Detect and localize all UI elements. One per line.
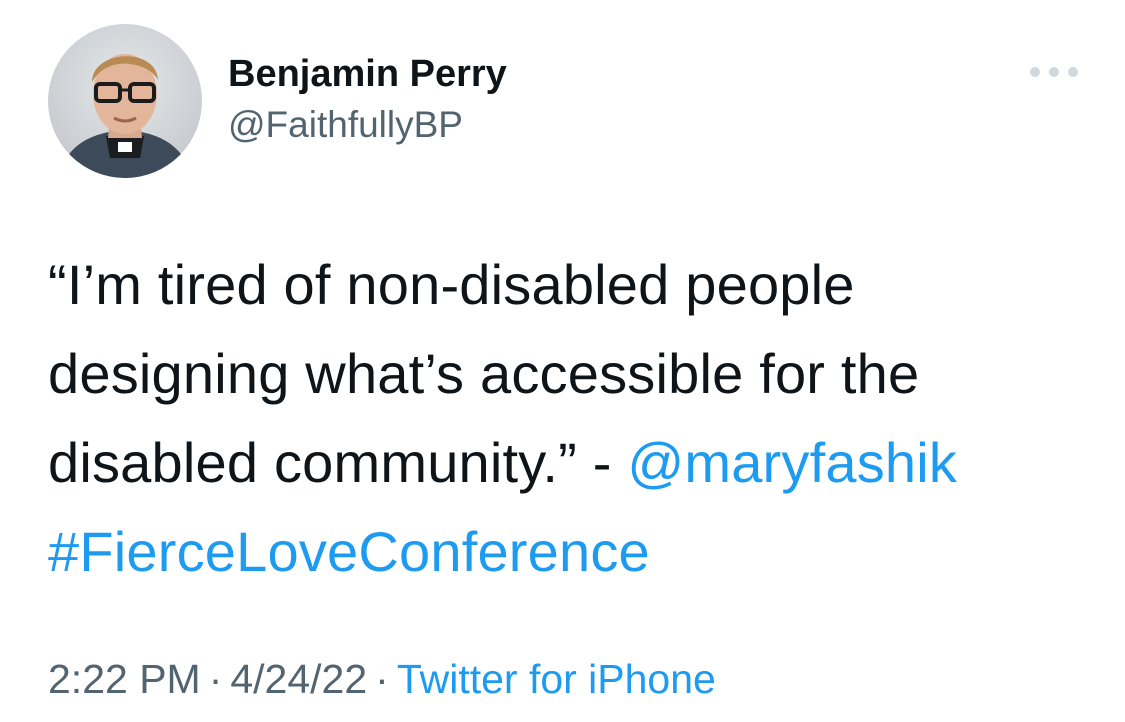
hashtag-link[interactable]: #FierceLoveConference: [48, 520, 650, 583]
user-avatar-photo-icon: [58, 54, 192, 178]
tweet-time[interactable]: 2:22 PM: [48, 656, 201, 702]
author-avatar[interactable]: [48, 24, 202, 178]
tweet-text-line: #FierceLoveConference: [48, 507, 1098, 596]
meta-separator: ·: [375, 656, 389, 702]
author-display-name[interactable]: Benjamin Perry: [228, 52, 507, 96]
more-horizontal-icon: [1030, 67, 1040, 77]
tweet-text-line: designing what’s accessible for the: [48, 342, 920, 405]
tweet-text: “I’m tired of non-disabled people design…: [48, 240, 1098, 596]
mention-link[interactable]: @maryfashik: [627, 431, 957, 494]
tweet-date[interactable]: 4/24/22: [230, 656, 367, 702]
more-options-button[interactable]: [1030, 62, 1078, 82]
tweet-source-link[interactable]: Twitter for iPhone: [397, 656, 716, 702]
author-names: Benjamin Perry @FaithfullyBP: [228, 52, 507, 148]
tweet-text-line: “I’m tired of non-disabled people: [48, 253, 855, 316]
tweet-header: Benjamin Perry @FaithfullyBP: [48, 24, 1078, 178]
tweet-card: Benjamin Perry @FaithfullyBP “I’m tired …: [0, 0, 1125, 722]
meta-separator: ·: [208, 656, 223, 702]
author-handle[interactable]: @FaithfullyBP: [228, 102, 507, 148]
tweet-text-line: disabled community.” - @maryfashik: [48, 418, 1098, 507]
tweet-text-segment: disabled community.” -: [48, 431, 628, 494]
more-horizontal-icon: [1068, 67, 1078, 77]
tweet-metadata: 2:22 PM · 4/24/22 · Twitter for iPhone: [48, 652, 716, 706]
more-horizontal-icon: [1049, 67, 1059, 77]
